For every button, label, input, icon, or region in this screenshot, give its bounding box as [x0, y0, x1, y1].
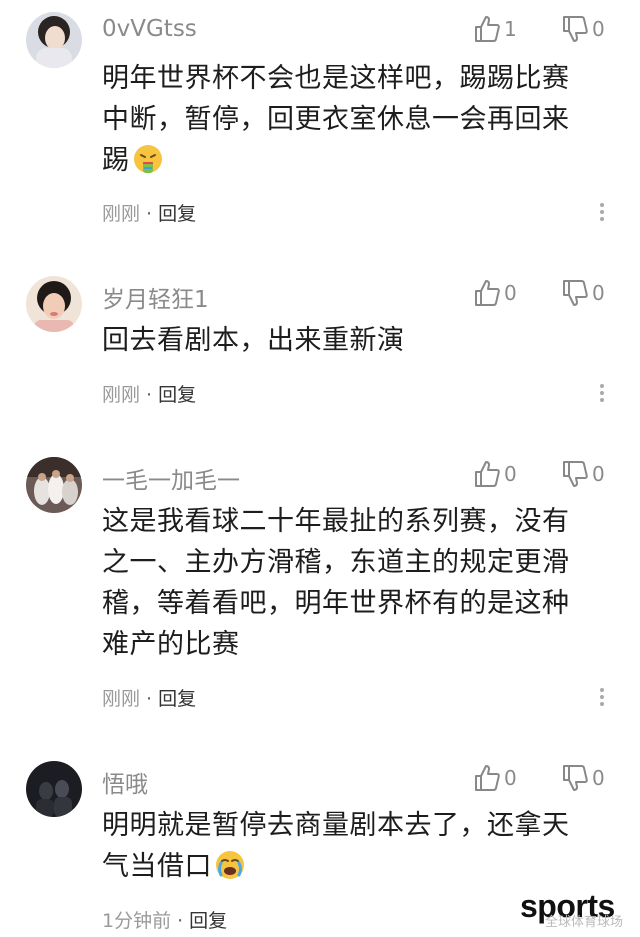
thumbs-up-icon: [474, 764, 500, 792]
separator-dot: ·: [146, 688, 153, 710]
comment-line: 中断，暂停，回更衣室休息一会再回来: [102, 104, 570, 135]
comment-line: 回去看剧本，出来重新演: [102, 325, 405, 356]
dislike-button[interactable]: 0: [562, 14, 605, 44]
comment-meta: 刚刚 · 回复: [102, 684, 196, 711]
thumbs-down-icon: [562, 764, 588, 792]
thumbs-down-icon: [562, 15, 588, 43]
separator-dot: ·: [177, 910, 184, 932]
more-options-icon[interactable]: [596, 200, 608, 224]
comment-line: 明年世界杯不会也是这样吧，踢踢比赛: [102, 63, 570, 94]
comment-text: 明年世界杯不会也是这样吧，踢踢比赛 中断，暂停，回更衣室休息一会再回来 踢: [102, 58, 602, 181]
nauseated-face-emoji: [132, 143, 164, 175]
like-button[interactable]: 1: [474, 14, 517, 44]
like-button[interactable]: 0: [474, 278, 517, 308]
comment-meta: 刚刚 · 回复: [102, 199, 196, 226]
timestamp: 1分钟前: [102, 910, 172, 932]
dislike-count: 0: [592, 462, 605, 486]
comment-text: 回去看剧本，出来重新演: [102, 320, 602, 361]
comment-line: 气当借口: [102, 846, 602, 887]
crying-face-emoji: [214, 849, 246, 881]
dislike-count: 0: [592, 766, 605, 790]
like-button[interactable]: 0: [474, 763, 517, 793]
dislike-button[interactable]: 0: [562, 278, 605, 308]
like-count: 0: [504, 766, 517, 790]
comment-line: 难产的比赛: [102, 629, 240, 660]
comment-line: 稽，等着看吧，明年世界杯有的是这种: [102, 588, 570, 619]
more-options-icon[interactable]: [596, 685, 608, 709]
comment-line: 踢: [102, 140, 602, 181]
reply-button[interactable]: 回复: [158, 384, 196, 406]
comment-line: 之一、主办方滑稽，东道主的规定更滑: [102, 547, 570, 578]
timestamp: 刚刚: [102, 384, 141, 406]
like-count: 1: [504, 17, 517, 41]
reply-button[interactable]: 回复: [158, 203, 196, 225]
thumbs-up-icon: [474, 15, 500, 43]
reply-button[interactable]: 回复: [189, 910, 227, 932]
thumbs-down-icon: [562, 279, 588, 307]
reply-button[interactable]: 回复: [158, 688, 196, 710]
thumbs-up-icon: [474, 460, 500, 488]
thumbs-down-icon: [562, 460, 588, 488]
username[interactable]: 0vVGtss: [102, 16, 197, 42]
username[interactable]: 悟哦: [102, 765, 148, 799]
separator-dot: ·: [146, 384, 153, 406]
thumbs-up-icon: [474, 279, 500, 307]
separator-dot: ·: [146, 203, 153, 225]
like-count: 0: [504, 281, 517, 305]
dislike-button[interactable]: 0: [562, 763, 605, 793]
comment-line: 这是我看球二十年最扯的系列赛，没有: [102, 506, 570, 537]
username[interactable]: 一毛一加毛一: [102, 461, 240, 495]
avatar[interactable]: [26, 12, 82, 68]
comment-line: 明明就是暂停去商量剧本去了，还拿天: [102, 810, 570, 841]
comment-text: 明明就是暂停去商量剧本去了，还拿天 气当借口: [102, 805, 602, 887]
dislike-button[interactable]: 0: [562, 459, 605, 489]
username[interactable]: 岁月轻狂1: [102, 280, 209, 314]
dislike-count: 0: [592, 281, 605, 305]
timestamp: 刚刚: [102, 203, 141, 225]
avatar[interactable]: [26, 276, 82, 332]
avatar[interactable]: [26, 761, 82, 817]
comment-meta: 1分钟前 · 回复: [102, 906, 227, 933]
like-count: 0: [504, 462, 517, 486]
more-options-icon[interactable]: [596, 381, 608, 405]
dislike-count: 0: [592, 17, 605, 41]
like-button[interactable]: 0: [474, 459, 517, 489]
watermark-subtext: 全球体育球场: [545, 915, 624, 930]
timestamp: 刚刚: [102, 688, 141, 710]
avatar[interactable]: [26, 457, 82, 513]
comment-text: 这是我看球二十年最扯的系列赛，没有 之一、主办方滑稽，东道主的规定更滑 稽，等着…: [102, 501, 602, 665]
comment-meta: 刚刚 · 回复: [102, 380, 196, 407]
